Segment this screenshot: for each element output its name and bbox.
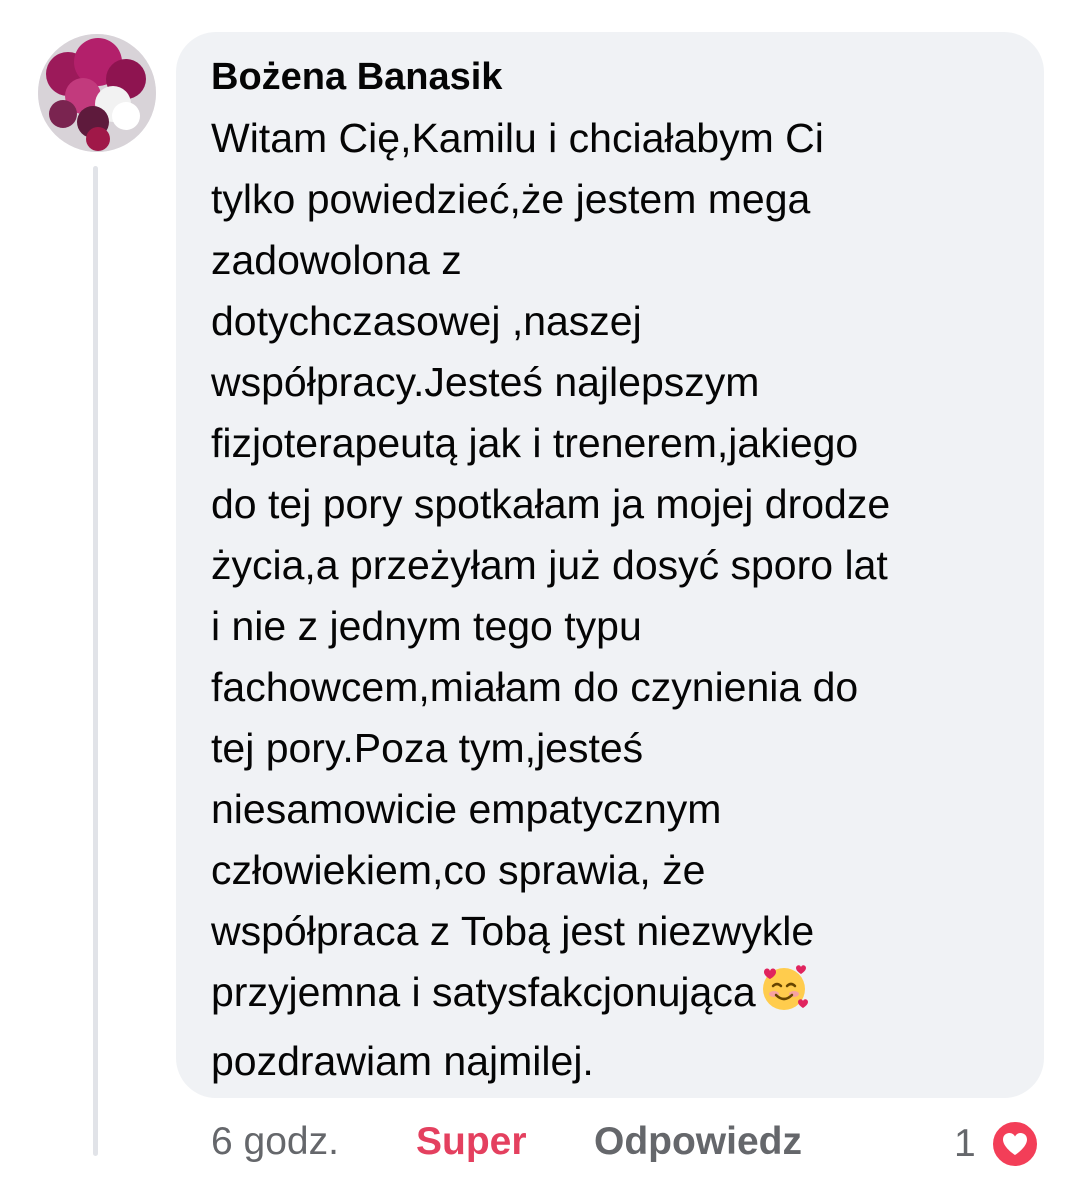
heart-icon[interactable] xyxy=(991,1120,1039,1168)
avatar-flower-image xyxy=(38,34,156,152)
comment-line: fachowcem,miałam do czynienia do xyxy=(211,664,859,710)
comment-line: człowiekiem,co sprawia, że xyxy=(211,847,706,893)
comment-line-text: przyjemna i satysfakcjonująca xyxy=(211,969,756,1015)
comment-line: współpraca z Tobą jest niezwykle xyxy=(211,908,815,954)
comment-line-with-emoji: przyjemna i satysfakcjonująca xyxy=(211,962,1037,1031)
comment-timestamp[interactable]: 6 godz. xyxy=(211,1120,339,1164)
comment-author[interactable]: Bożena Banasik xyxy=(211,54,502,100)
comment-line: współpracy.Jesteś najlepszym xyxy=(211,359,760,405)
comment-line: i nie z jednym tego typu xyxy=(211,603,642,649)
thread-connector-line xyxy=(93,166,98,1156)
reaction-count[interactable]: 1 xyxy=(954,1122,976,1166)
comment-line: fizjoterapeutą jak i trenerem,jakiego xyxy=(211,420,859,466)
next-item-cutoff xyxy=(211,1180,351,1188)
comment-line: zadowolona z xyxy=(211,237,462,283)
comment-line: niesamowicie empatycznym xyxy=(211,786,722,832)
comment-line: życia,a przeżyłam już dosyć sporo lat xyxy=(211,542,888,588)
comment-line: tej pory.Poza tym,jesteś xyxy=(211,725,644,771)
comment-line: Witam Cię,Kamilu i chciałabym Ci xyxy=(211,115,824,161)
comment-thread: Bożena Banasik Witam Cię,Kamilu i chciał… xyxy=(0,0,1080,1188)
reaction-button[interactable]: Super xyxy=(416,1120,527,1164)
comment-line: tylko powiedzieć,że jestem mega xyxy=(211,176,811,222)
reply-button[interactable]: Odpowiedz xyxy=(594,1120,802,1164)
comment-line: do tej pory spotkałam ja mojej drodze xyxy=(211,481,891,527)
smiling-face-with-hearts-icon xyxy=(758,962,810,1031)
comment-text: Witam Cię,Kamilu i chciałabym Ci tylko p… xyxy=(211,108,1037,1092)
comment-actions-bar: 6 godz. Super Odpowiedz 1 xyxy=(211,1118,1051,1170)
comment-line: dotychczasowej ,naszej xyxy=(211,298,642,344)
avatar[interactable] xyxy=(38,34,156,152)
comment-line: pozdrawiam najmilej. xyxy=(211,1038,594,1084)
